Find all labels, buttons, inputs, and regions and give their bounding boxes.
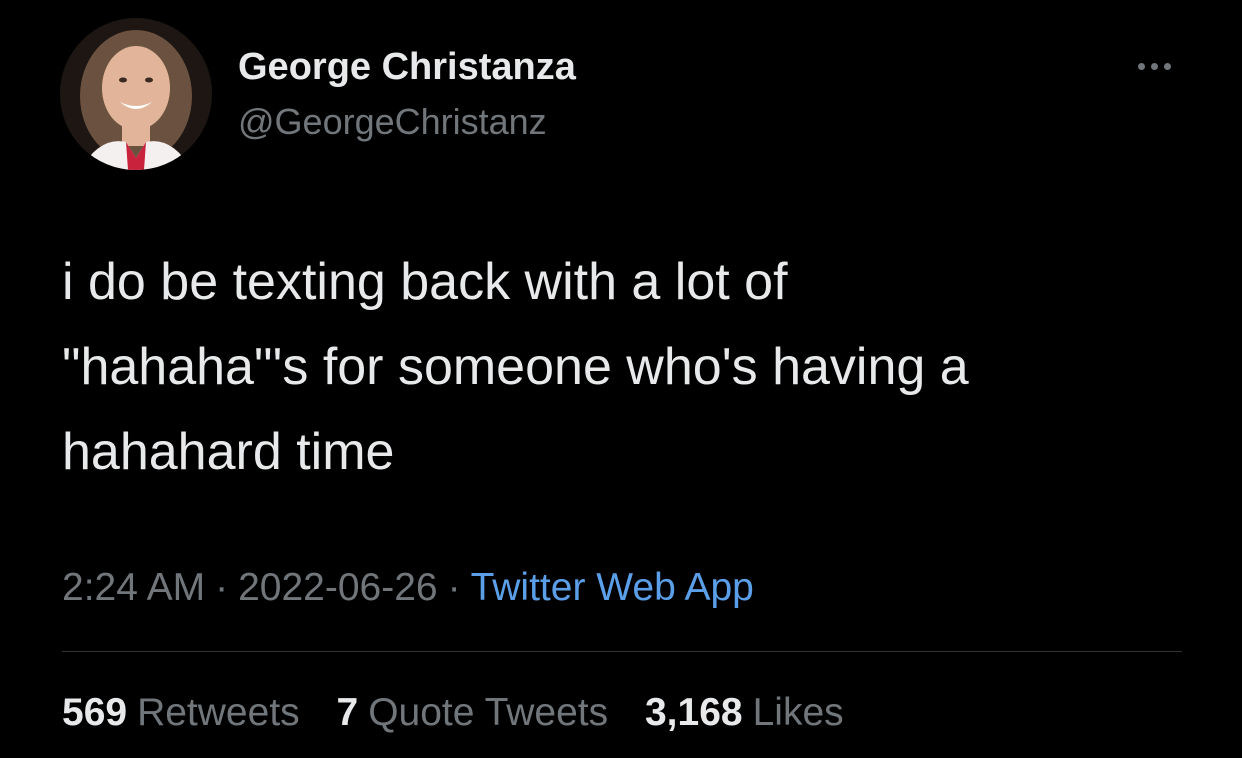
avatar[interactable] [60,18,212,170]
quote-tweets-label: Quote Tweets [368,691,609,734]
tweet: George Christanza @GeorgeChristanz i do … [0,0,1242,758]
more-horizontal-icon [1137,62,1145,70]
meta-separator: · [447,566,461,609]
tweet-time[interactable]: 2:24 AM [62,566,205,609]
tweet-text: i do be texting back with a lot of "haha… [62,253,969,481]
likes-stat[interactable]: 3,168 Likes [645,685,844,741]
tweet-meta: 2:24 AM · 2022-06-26 · Twitter Web App [62,560,754,616]
more-options-button[interactable] [1126,52,1182,80]
divider [62,651,1182,652]
more-horizontal-icon [1150,62,1158,70]
more-horizontal-icon [1163,62,1171,70]
retweets-count: 569 [62,691,128,734]
display-name[interactable]: George Christanza [238,42,576,92]
retweets-stat[interactable]: 569 Retweets [62,685,300,741]
quote-tweets-count: 7 [336,691,359,734]
profile-photo-icon [60,18,212,170]
quote-tweets-stat[interactable]: 7 Quote Tweets [337,685,609,741]
meta-separator: · [215,566,229,609]
retweets-label: Retweets [137,691,300,734]
tweet-date[interactable]: 2022-06-26 [238,566,438,609]
likes-label: Likes [752,691,844,734]
likes-count: 3,168 [644,691,743,734]
tweet-source-link[interactable]: Twitter Web App [471,566,754,609]
tweet-stats: 569 Retweets 7 Quote Tweets 3,168 Likes [62,685,870,741]
user-handle[interactable]: @GeorgeChristanz [238,98,547,146]
